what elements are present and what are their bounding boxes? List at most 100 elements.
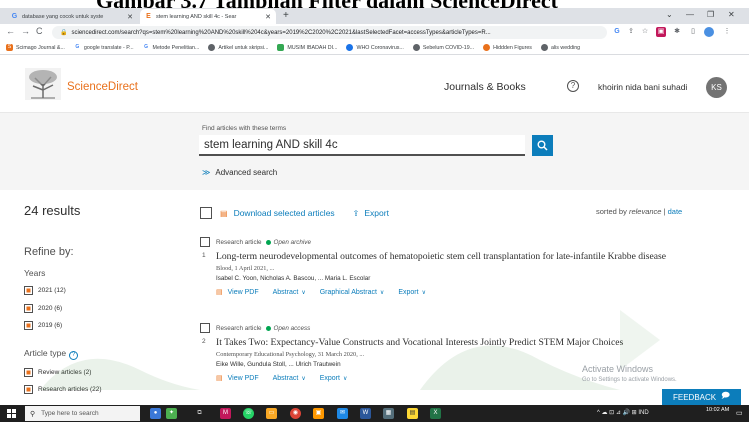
- minimize-icon[interactable]: —: [686, 10, 694, 19]
- facet-review-articles[interactable]: Review articles (2): [24, 368, 91, 377]
- bookmark-item[interactable]: MUSIM IBADAH DI...: [277, 44, 337, 51]
- excel-icon[interactable]: X: [430, 408, 441, 419]
- chevron-down-icon[interactable]: ⌄: [666, 10, 673, 19]
- result-checkbox[interactable]: [200, 237, 210, 247]
- restore-icon[interactable]: ❐: [707, 10, 714, 19]
- bookmark-item[interactable]: Ggoogle translate - P...: [74, 44, 133, 51]
- checkbox-checked[interactable]: [24, 385, 33, 394]
- result-title-link[interactable]: 2 It Takes Two: Expectancy-Value Constru…: [200, 337, 730, 348]
- system-tray[interactable]: ^ ☁ ⊡ ⊿ 🔊 ⊞ IND: [597, 409, 649, 416]
- scimago-icon: S: [6, 44, 13, 51]
- new-tab-icon[interactable]: +: [283, 10, 289, 21]
- close-icon[interactable]: ✕: [265, 13, 271, 21]
- view-pdf-button[interactable]: View PDF: [228, 289, 259, 296]
- bookmark-item[interactable]: Artikel untuk skripsi...: [208, 44, 268, 51]
- sort-date-link[interactable]: date: [668, 207, 683, 216]
- result-item: Research article Open archive 1 Long-ter…: [200, 237, 730, 296]
- help-icon[interactable]: ?: [69, 351, 79, 360]
- abstract-toggle[interactable]: Abstract ∨: [273, 289, 306, 296]
- facet-year-2021[interactable]: 2021 (12): [24, 286, 66, 295]
- result-meta: Research article Open access: [200, 323, 730, 333]
- help-icon[interactable]: ?: [567, 80, 579, 92]
- bookmark-item[interactable]: G Metode Penelitian...: [143, 44, 199, 51]
- mail-icon[interactable]: ✉: [337, 408, 348, 419]
- checkbox-checked[interactable]: [24, 304, 33, 313]
- sticky-notes-icon[interactable]: ▤: [407, 408, 418, 419]
- close-icon[interactable]: ✕: [127, 13, 133, 21]
- checkbox-checked[interactable]: [24, 286, 33, 295]
- task-view-icon[interactable]: ⧉: [194, 408, 205, 419]
- taskbar-app-icon[interactable]: ▦: [383, 408, 394, 419]
- avatar[interactable]: KS: [706, 77, 727, 98]
- google-icon: G: [75, 44, 80, 50]
- facet-year-2020[interactable]: 2020 (6): [24, 304, 62, 313]
- bookmark-item[interactable]: WHO Coronavirus...: [346, 44, 404, 51]
- taskbar-clock[interactable]: 10:02 AM: [706, 407, 729, 413]
- bookmark-item[interactable]: S Scimago Journal &...: [6, 44, 65, 51]
- whatsapp-icon[interactable]: ☏: [243, 408, 254, 419]
- taskbar-app-icon[interactable]: ▣: [313, 408, 324, 419]
- file-explorer-icon[interactable]: ▭: [266, 408, 277, 419]
- download-selected-button[interactable]: Download selected articles: [234, 208, 335, 218]
- search-label: Find articles with these terms: [202, 125, 287, 132]
- windows-start-icon[interactable]: [7, 409, 16, 418]
- search-input[interactable]: [199, 135, 525, 156]
- forward-icon[interactable]: →: [21, 26, 30, 36]
- bookmarks-bar: S Scimago Journal &... Ggoogle translate …: [0, 41, 749, 55]
- bookmark-item[interactable]: Hiddden Figures: [483, 44, 532, 51]
- advanced-search-link[interactable]: ≫ Advanced search: [202, 168, 277, 177]
- taskbar-app-icon[interactable]: M: [220, 408, 231, 419]
- taskbar-app-icon[interactable]: ●: [150, 408, 161, 419]
- elsevier-tree-logo-icon[interactable]: [25, 68, 61, 100]
- sort-relevance[interactable]: relevance: [629, 207, 662, 216]
- search-button[interactable]: [532, 135, 553, 156]
- back-icon[interactable]: ←: [6, 26, 15, 36]
- browser-toolbar: ← → C 🔒 sciencedirect.com/search?qs=stem…: [0, 24, 749, 41]
- open-access-dot-icon: [265, 325, 271, 331]
- extension-icon[interactable]: ▣: [656, 27, 666, 37]
- browser-tab-sciencedirect[interactable]: E stem learning AND skill 4c - Sear ✕: [140, 9, 276, 24]
- checkbox-checked[interactable]: [24, 368, 33, 377]
- graphical-abstract-toggle[interactable]: Graphical Abstract ∨: [320, 289, 385, 296]
- film-icon: [483, 44, 491, 51]
- sciencedirect-logo-text[interactable]: ScienceDirect: [67, 81, 138, 93]
- bookmark-item[interactable]: Sebelum COVID-19...: [412, 44, 474, 51]
- taskbar-app-icon[interactable]: ✦: [166, 408, 177, 419]
- window-close-icon[interactable]: ✕: [728, 10, 735, 19]
- result-title-link[interactable]: 1 Long-term neurodevelopmental outcomes …: [200, 251, 730, 262]
- result-checkbox[interactable]: [200, 323, 210, 333]
- taskbar-search-box[interactable]: ⚲ Type here to search: [25, 406, 140, 421]
- menu-icon[interactable]: ⋮: [722, 27, 732, 37]
- abstract-toggle[interactable]: Abstract ∨: [273, 375, 306, 382]
- bookmark-item[interactable]: alis wedding: [540, 44, 580, 51]
- figure-caption: Gambar 3.7 Tampilan Filter dalam Science…: [96, 0, 558, 8]
- view-pdf-button[interactable]: View PDF: [228, 375, 259, 382]
- facet-research-articles[interactable]: Research articles (22): [24, 385, 102, 394]
- browser-tab-google[interactable]: G database yang cocok untuk syste ✕: [6, 9, 138, 24]
- who-icon: [346, 44, 354, 51]
- journals-books-link[interactable]: Journals & Books: [444, 81, 526, 93]
- select-all-checkbox[interactable]: [200, 207, 212, 219]
- browser-tab-strip: G database yang cocok untuk syste ✕ E st…: [0, 8, 749, 24]
- feedback-button[interactable]: FEEDBACK 🗩: [662, 389, 741, 405]
- share-icon[interactable]: ⇪: [626, 27, 636, 37]
- profile-icon[interactable]: [704, 27, 714, 37]
- google-lens-icon[interactable]: G: [612, 27, 622, 37]
- search-panel: Find articles with these terms ≫ Advance…: [0, 113, 749, 190]
- reload-icon[interactable]: C: [36, 26, 43, 36]
- chrome-icon[interactable]: ◉: [290, 408, 301, 419]
- search-icon: [537, 140, 548, 151]
- export-button[interactable]: Export: [364, 208, 389, 218]
- notification-icon[interactable]: ▭: [736, 409, 743, 417]
- puzzle-icon[interactable]: ✱: [672, 27, 682, 37]
- checkbox-checked[interactable]: [24, 321, 33, 330]
- user-name[interactable]: khoirin nida bani suhadi: [598, 82, 687, 92]
- windows-taskbar: ⚲ Type here to search ● ✦ ⧉ M ☏ ▭ ◉ ▣ ✉ …: [0, 405, 749, 422]
- export-toggle[interactable]: Export ∨: [398, 289, 426, 296]
- word-icon[interactable]: W: [360, 408, 371, 419]
- sidebar-icon[interactable]: ▯: [688, 27, 698, 37]
- facet-year-2019[interactable]: 2019 (6): [24, 321, 62, 330]
- address-bar[interactable]: 🔒 sciencedirect.com/search?qs=stem%20lea…: [52, 26, 607, 39]
- star-icon[interactable]: ☆: [640, 27, 650, 37]
- export-toggle[interactable]: Export ∨: [320, 375, 348, 382]
